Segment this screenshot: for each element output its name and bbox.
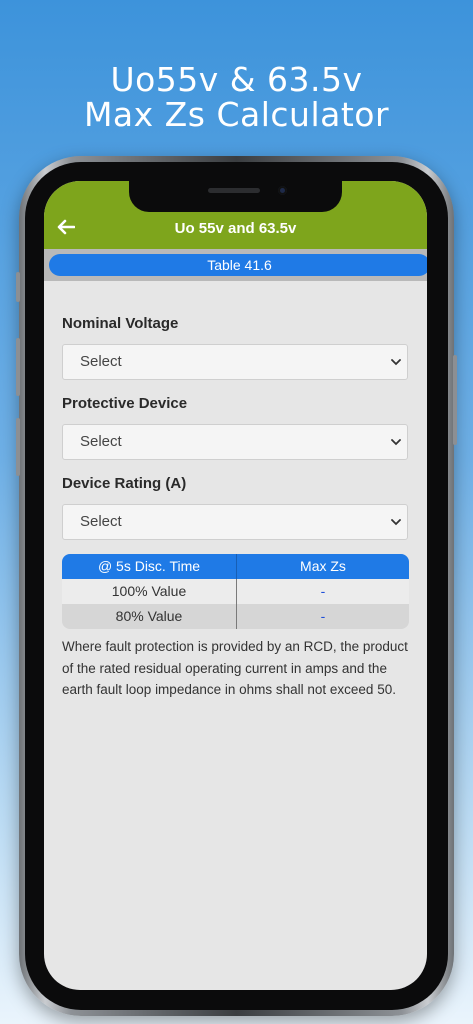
device-rating-select[interactable]: Select xyxy=(62,504,408,540)
app-bar-title: Uo 55v and 63.5v xyxy=(174,220,297,237)
row-label: 100% Value xyxy=(62,579,237,604)
results-table-header: @ 5s Disc. Time Max Zs xyxy=(62,554,409,579)
device-rating-value: Select xyxy=(80,513,122,530)
rcd-note-text: Where fault protection is provided by an… xyxy=(62,639,408,697)
nominal-voltage-label: Nominal Voltage xyxy=(62,315,179,332)
mute-switch xyxy=(16,272,20,302)
protective-device-value: Select xyxy=(80,433,122,450)
promo-title-line1: Uo55v & 63.5v xyxy=(110,60,363,99)
promo-title-line2: Max Zs Calculator xyxy=(83,95,390,134)
protective-device-select[interactable]: Select xyxy=(62,424,408,460)
device-rating-label: Device Rating (A) xyxy=(62,475,187,492)
protective-device-label: Protective Device xyxy=(62,395,188,412)
app-screen: Uo 55v and 63.5v Table 41.6 Nominal Volt… xyxy=(44,181,427,990)
volume-down-button xyxy=(16,418,20,476)
front-camera xyxy=(278,186,287,195)
results-table: @ 5s Disc. Time Max Zs 100% Value - 80% … xyxy=(62,554,409,629)
volume-up-button xyxy=(16,338,20,396)
header-disc-time: @ 5s Disc. Time xyxy=(62,554,237,579)
row-label: 80% Value xyxy=(62,604,237,629)
speaker-grille xyxy=(208,188,260,193)
table-row: 80% Value - xyxy=(62,604,409,629)
header-max-zs: Max Zs xyxy=(300,558,346,574)
row-value: - xyxy=(320,608,326,624)
power-button xyxy=(453,355,457,445)
table-row: 100% Value - xyxy=(62,579,409,604)
nominal-voltage-select[interactable]: Select xyxy=(62,344,408,380)
chevron-down-icon xyxy=(391,359,401,366)
row-value: - xyxy=(320,583,326,599)
chevron-down-icon xyxy=(391,519,401,526)
chevron-down-icon xyxy=(391,439,401,446)
nominal-voltage-value: Select xyxy=(80,353,122,370)
notch xyxy=(129,181,342,212)
table-reference-badge: Table 41.6 xyxy=(49,254,427,276)
